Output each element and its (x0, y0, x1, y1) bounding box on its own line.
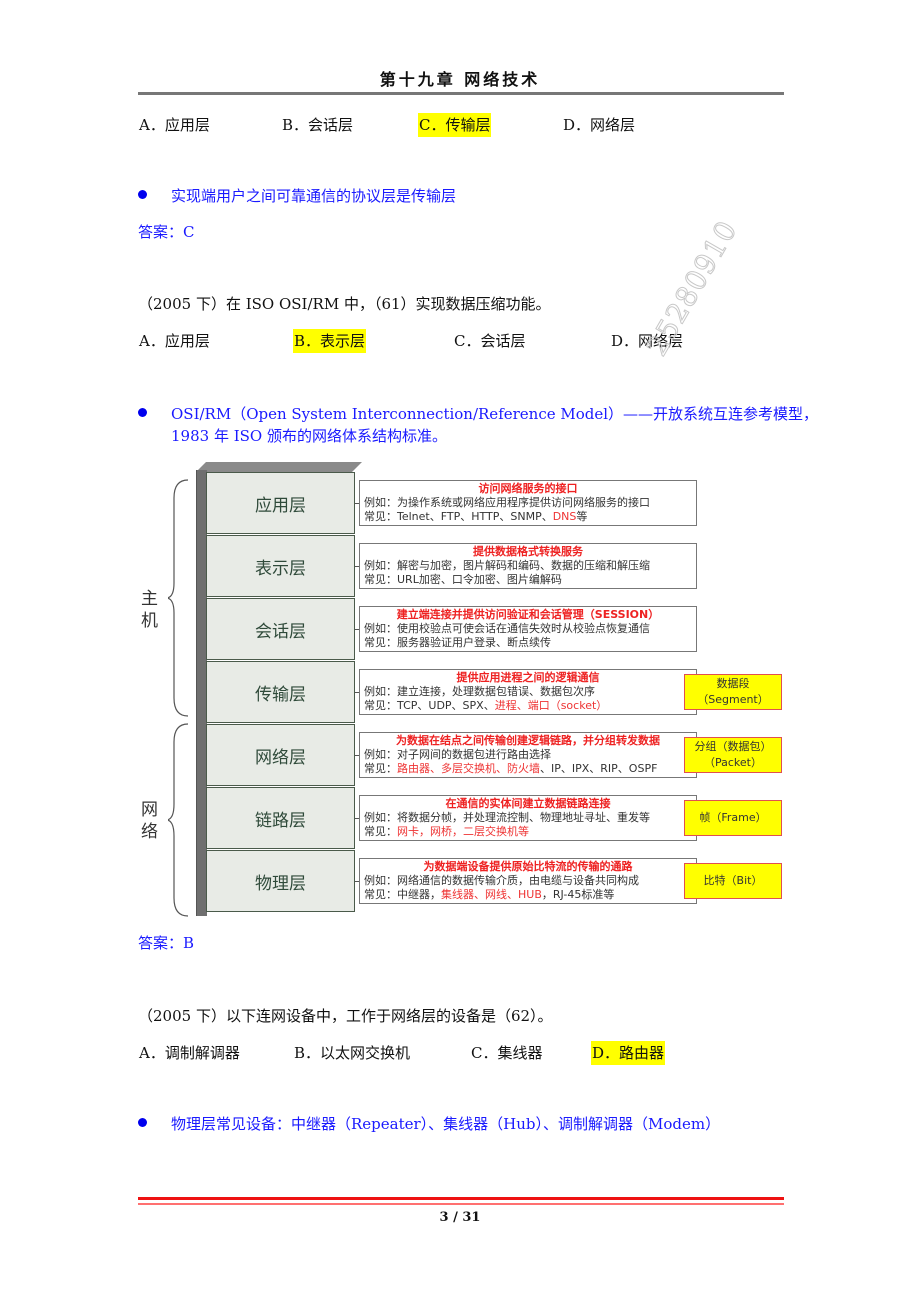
note-2: OSI/RM（Open System Interconnection/Refer… (138, 403, 818, 425)
layer-common-prefix: 常见：Telnet、FTP、HTTP、SNMP、 (364, 510, 553, 523)
question-62: （2005 下）以下连网设备中，工作于网络层的设备是（62）。 (138, 1007, 553, 1025)
layer-example: 例如：使用校验点可使会话在通信失效时从校验点恢复通信 (364, 622, 650, 635)
pdu-text: 帧（Frame） (699, 811, 767, 824)
osi-layer: 网络层 (206, 724, 355, 786)
q2-option-b: B．表示层 (293, 329, 367, 353)
layer-common-prefix: 常见： (364, 825, 397, 838)
note-2-line2: 1983 年 ISO 颁布的网络体系结构标准。 (171, 427, 447, 445)
osi-layer: 表示层 (206, 535, 355, 597)
pdu-text: 比特（Bit） (703, 874, 763, 887)
network-label: 网络 (141, 800, 158, 842)
pdu-label: 比特（Bit） (684, 863, 782, 899)
q3-option-c: C．集线器 (471, 1044, 543, 1062)
layer-function-title: 提供数据格式转换服务 (473, 545, 583, 558)
layer-description: 在通信的实体间建立数据链路连接 例如：将数据分帧，并处理流控制、物理地址寻址、重发… (359, 795, 697, 841)
layer-common: 常见：URL加密、口令加密、图片编解码 (364, 573, 692, 587)
note-2-line1: OSI/RM（Open System Interconnection/Refer… (171, 405, 819, 423)
layer-function-title: 为数据端设备提供原始比特流的传输的通路 (423, 860, 633, 873)
osi-diagram: 主机 网络 应用层 访问网络服务的接口 例如：为操作系统或网络应用程序提供访问网络服… (138, 460, 788, 930)
layer-function-title: 为数据在结点之间传输创建逻辑链路，并分组转发数据 (396, 734, 660, 747)
answer-1: 答案：C (138, 223, 195, 241)
layer-common: 常见：Telnet、FTP、HTTP、SNMP、DNS等 (364, 510, 692, 524)
layer-common: 常见：路由器、多层交换机、防火墙、IP、IPX、RIP、OSPF (364, 762, 692, 776)
layer-common: 常见：服务器验证用户登录、断点续传 (364, 636, 692, 650)
q2-option-a: A．应用层 (139, 332, 210, 350)
osi-layer: 链路层 (206, 787, 355, 849)
footer-divider (138, 1197, 784, 1200)
host-brace (168, 479, 189, 717)
layer-example: 例如：建立连接，处理数据包错误、数据包次序 (364, 685, 595, 698)
layer-function-title: 在通信的实体间建立数据链路连接 (445, 797, 611, 810)
layer-function-title: 访问网络服务的接口 (478, 482, 578, 495)
bullet-icon (138, 1118, 147, 1127)
pdu-label: 数据段 （Segment） (684, 674, 782, 710)
layer-example: 例如：解密与加密，图片解码和编码、数据的压缩和解压缩 (364, 559, 650, 572)
layer-function-title: 提供应用进程之间的逻辑通信 (456, 671, 600, 684)
q1-options: A．应用层 B．会话层 C．传输层 D．网络层 (138, 113, 788, 137)
q3-options: A．调制解调器 B．以太网交换机 C．集线器 D．路由器 (138, 1041, 788, 1065)
pdu-label: 分组（数据包） （Packet） (684, 737, 782, 773)
bullet-icon (138, 190, 147, 199)
osi-layer: 物理层 (206, 850, 355, 912)
layer-common-prefix: 常见： (364, 762, 397, 775)
layer-common-red: 路由器、多层交换机、防火墙 (397, 762, 540, 775)
layer-description: 提供数据格式转换服务 例如：解密与加密，图片解码和编码、数据的压缩和解压缩 常见：U… (359, 543, 697, 589)
stack-top (196, 462, 362, 472)
layer-function-title: 建立端连接并提供访问验证和会话管理（SESSION） (396, 608, 660, 621)
layer-description: 为数据端设备提供原始比特流的传输的通路 例如：网络通信的数据传输介质，由电缆与设备… (359, 858, 697, 904)
layer-common-suffix: ，RJ-45标准等 (541, 888, 615, 901)
pdu-text: （Packet） (704, 756, 762, 769)
osi-layer: 传输层 (206, 661, 355, 723)
layer-common-red: 网卡，网桥，二层交换机等 (397, 825, 529, 838)
layer-common: 常见：TCP、UDP、SPX、进程、端口（socket） (364, 699, 692, 713)
q1-option-b: B．会话层 (282, 116, 354, 134)
note-3-text: 物理层常见设备：中继器（Repeater）、集线器（Hub）、调制解调器（Mod… (171, 1115, 721, 1133)
layer-description: 提供应用进程之间的逻辑通信 例如：建立连接，处理数据包错误、数据包次序 常见：TCP… (359, 669, 697, 715)
q1-option-a: A．应用层 (139, 116, 210, 134)
pdu-text: （Segment） (697, 693, 769, 706)
q2-options: A．应用层 B．表示层 C．会话层 D．网络层 (138, 329, 788, 353)
answer-2: 答案：B (138, 934, 195, 952)
q3-option-d: D．路由器 (591, 1041, 666, 1065)
footer-divider-thin (138, 1203, 784, 1205)
layer-example: 例如：将数据分帧，并处理流控制、物理地址寻址、重发等 (364, 811, 650, 824)
page-number: 3 / 31 (439, 1210, 481, 1225)
layer-description: 访问网络服务的接口 例如：为操作系统或网络应用程序提供访问网络服务的接口 常见：Te… (359, 480, 697, 526)
bullet-icon (138, 408, 147, 417)
header-divider (138, 92, 784, 95)
host-label: 主机 (141, 589, 158, 631)
layer-common-suffix: 、IP、IPX、RIP、OSPF (540, 762, 658, 775)
layer-common-suffix: 等 (576, 510, 588, 523)
layer-example: 例如：对子网间的数据包进行路由选择 (364, 748, 551, 761)
layer-example: 例如：网络通信的数据传输介质，由电缆与设备共同构成 (364, 874, 639, 887)
note-3: 物理层常见设备：中继器（Repeater）、集线器（Hub）、调制解调器（Mod… (138, 1113, 720, 1135)
note-1-text: 实现端用户之间可靠通信的协议层是传输层 (171, 187, 457, 205)
layer-common-red: 集线器、网线、HUB (441, 888, 542, 901)
layer-common: 常见：网卡，网桥，二层交换机等 (364, 825, 692, 839)
layer-common: 常见：中继器，集线器、网线、HUB，RJ-45标准等 (364, 888, 692, 902)
layer-common-red: DNS (552, 510, 577, 523)
layer-description: 为数据在结点之间传输创建逻辑链路，并分组转发数据 例如：对子网间的数据包进行路由选… (359, 732, 697, 778)
q3-option-a: A．调制解调器 (139, 1044, 240, 1062)
question-61: （2005 下）在 ISO OSI/RM 中，（61）实现数据压缩功能。 (138, 295, 551, 313)
osi-layer: 应用层 (206, 472, 355, 534)
q1-option-c: C．传输层 (418, 113, 492, 137)
osi-layer: 会话层 (206, 598, 355, 660)
q2-option-c: C．会话层 (454, 332, 526, 350)
pdu-text: 分组（数据包） (694, 740, 772, 753)
pdu-text: 数据段 (716, 677, 750, 690)
network-brace (168, 723, 189, 917)
chapter-title: 第十九章 网络技术 (379, 70, 541, 89)
layer-common-red: 进程、端口（socket） (494, 699, 608, 712)
q1-option-d: D．网络层 (563, 116, 636, 134)
q3-option-b: B．以太网交换机 (294, 1044, 411, 1062)
layer-common-prefix: 常见：URL加密、口令加密、图片编解码 (364, 573, 562, 586)
layer-common-prefix: 常见：TCP、UDP、SPX、 (364, 699, 495, 712)
layer-example: 例如：为操作系统或网络应用程序提供访问网络服务的接口 (364, 496, 650, 509)
note-1: 实现端用户之间可靠通信的协议层是传输层 (138, 185, 456, 207)
layer-common-prefix: 常见：中继器， (364, 888, 441, 901)
layer-common-prefix: 常见：服务器验证用户登录、断点续传 (364, 636, 551, 649)
pdu-label: 帧（Frame） (684, 800, 782, 836)
layer-description: 建立端连接并提供访问验证和会话管理（SESSION） 例如：使用校验点可使会话在通… (359, 606, 697, 652)
